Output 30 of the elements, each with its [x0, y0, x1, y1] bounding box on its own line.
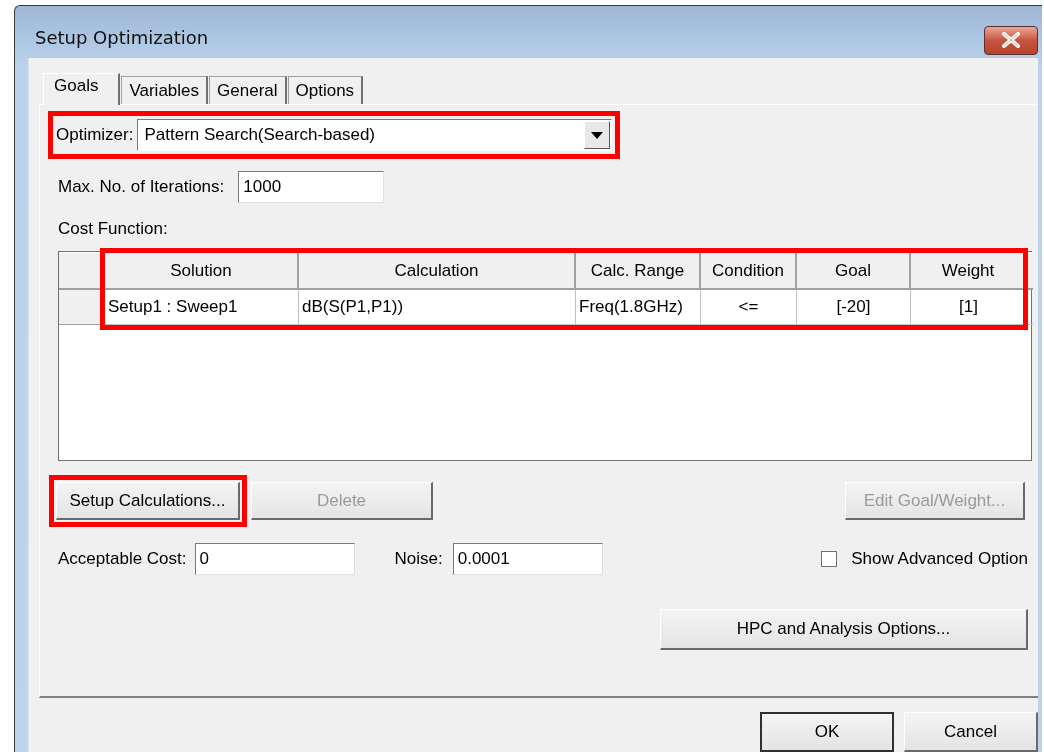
tab[interactable]: General — [209, 76, 287, 104]
tab[interactable]: Goals — [43, 73, 121, 105]
column-header: Calculation — [299, 252, 576, 290]
action-button[interactable]: Setup Calculations... — [56, 482, 240, 520]
column-header: Calc. Range — [576, 252, 701, 290]
iterations-field[interactable]: 1000 — [238, 171, 385, 203]
acceptable-cost-label: Acceptable Cost: — [58, 549, 187, 569]
iterations-label: Max. No. of Iterations: — [58, 177, 225, 197]
window-title: Setup Optimization — [35, 26, 209, 48]
ok-button[interactable]: OK — [760, 712, 894, 752]
checkbox-label[interactable]: Show Advanced Option — [851, 549, 1028, 569]
table-cell: [1] — [911, 290, 1027, 325]
acceptable-cost-field[interactable]: 0 — [194, 543, 355, 575]
column-header: Condition — [701, 252, 797, 290]
tab[interactable]: Options — [287, 76, 364, 104]
cost-function-label: Cost Function: — [58, 219, 169, 240]
table-cell: dB(S(P1,P1)) — [299, 290, 576, 325]
table-cell: Setup1 : Sweep1 — [105, 290, 299, 325]
column-header: Solution — [105, 252, 299, 290]
table-cell: Freq(1.8GHz) — [576, 290, 701, 325]
column-header: Goal — [797, 252, 911, 290]
hpc-options-button[interactable]: HPC and Analysis Options... — [660, 609, 1028, 650]
tab[interactable]: Variables — [121, 76, 209, 104]
noise-label: Noise: — [394, 549, 443, 569]
noise-field[interactable]: 0.0001 — [452, 543, 603, 575]
cancel-button[interactable]: Cancel — [904, 712, 1038, 752]
table-cell: <= — [701, 290, 797, 325]
table-cell: [-20] — [797, 290, 911, 325]
optimizer-dropdown[interactable]: Pattern Search(Search-based) — [137, 119, 612, 151]
optimizer-label: Optimizer: — [56, 125, 134, 145]
